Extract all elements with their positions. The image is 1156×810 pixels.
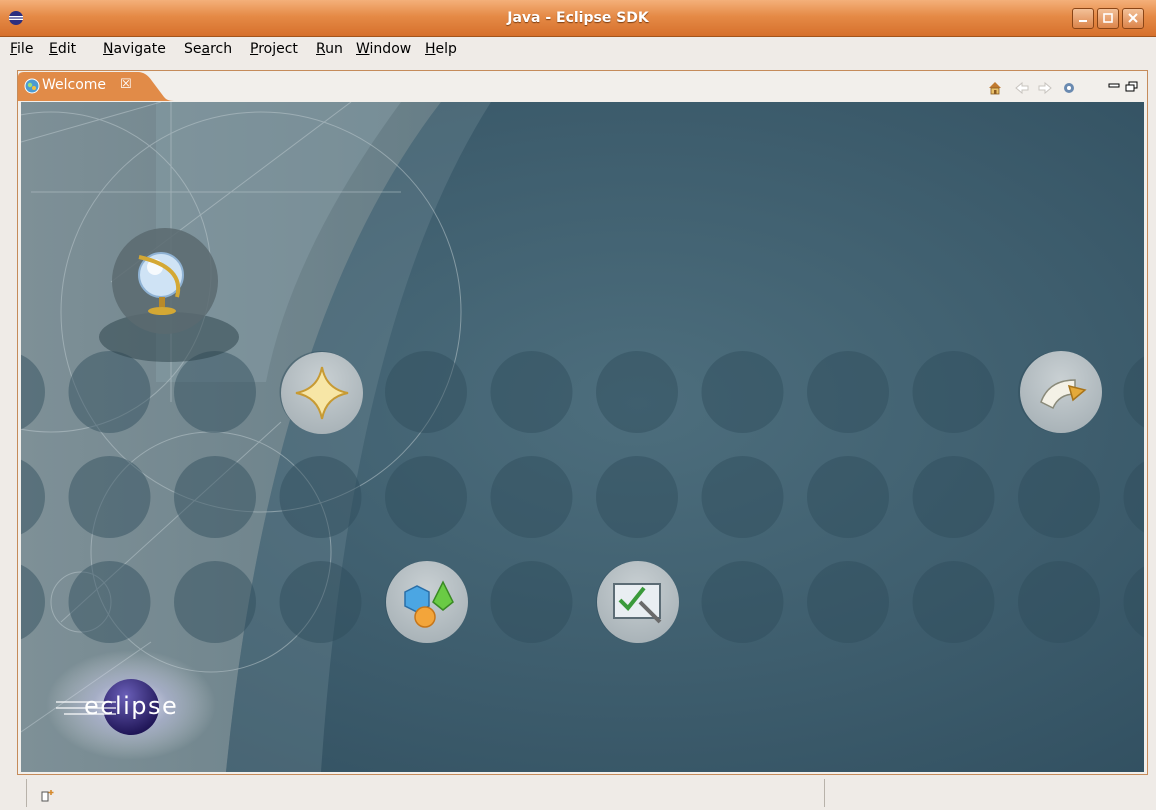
status-bar (0, 780, 1156, 810)
menu-help[interactable]: Help (425, 41, 457, 57)
welcome-content: eclipse (21, 102, 1144, 772)
maximize-window-button[interactable] (1097, 8, 1119, 29)
tab-welcome[interactable]: Welcome ☒ (18, 71, 174, 101)
tab-close-icon[interactable]: ☒ (120, 77, 132, 92)
eclipse-logo-text: eclipse (84, 692, 178, 720)
overview-icon[interactable] (111, 227, 219, 335)
workbench-icon[interactable] (1019, 350, 1103, 434)
window-title: Java - Eclipse SDK (507, 10, 649, 26)
minimize-view-icon[interactable] (1106, 79, 1124, 97)
status-separator (26, 779, 27, 807)
tutorials-icon[interactable] (596, 560, 680, 644)
menu-project[interactable]: Project (250, 41, 298, 57)
menu-edit[interactable]: Edit (49, 41, 76, 57)
menu-search[interactable]: Search (184, 41, 232, 57)
minimize-window-button[interactable] (1072, 8, 1094, 29)
minimize-icon (1079, 20, 1087, 22)
samples-icon[interactable] (385, 560, 469, 644)
eclipse-logo: eclipse (46, 650, 221, 760)
whats-new-icon[interactable] (280, 351, 364, 435)
status-separator (824, 779, 825, 807)
back-icon[interactable] (1013, 79, 1031, 97)
fast-view-icon[interactable] (39, 788, 57, 804)
workbench-icon[interactable] (1060, 79, 1078, 97)
menu-window[interactable]: Window (356, 41, 411, 57)
maximize-view-icon[interactable] (1124, 79, 1142, 97)
menu-navigate[interactable]: Navigate (103, 41, 166, 57)
forward-icon[interactable] (1036, 79, 1054, 97)
close-window-button[interactable] (1122, 8, 1144, 29)
welcome-tab-icon (24, 78, 40, 94)
menu-run[interactable]: Run (316, 41, 343, 57)
maximize-icon (1103, 13, 1113, 23)
home-icon[interactable] (986, 79, 1004, 97)
title-bar: Java - Eclipse SDK (0, 0, 1156, 37)
close-icon (1128, 13, 1138, 23)
menu-bar: File Edit Navigate Search Project Run Wi… (0, 37, 1156, 64)
menu-file[interactable]: File (10, 41, 33, 57)
tab-welcome-label: Welcome (42, 77, 107, 93)
